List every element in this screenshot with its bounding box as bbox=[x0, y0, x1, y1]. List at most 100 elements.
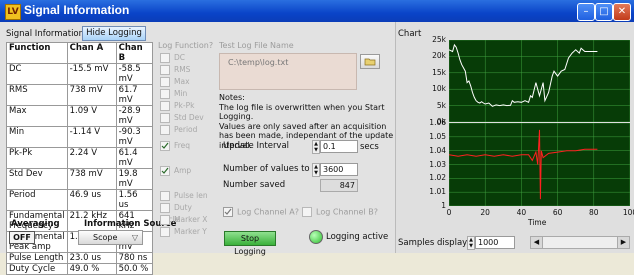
table-cell-function: RMS bbox=[6, 84, 68, 106]
log-channel-a-label: Log Channel A? bbox=[237, 207, 299, 217]
x-tick-label: 40 bbox=[516, 208, 527, 217]
log-function-label: Pk-Pk bbox=[174, 101, 195, 110]
table-cell-chan-b: -58.5 mV bbox=[115, 63, 154, 85]
log-channel-b-checkbox[interactable]: Log Channel B? bbox=[302, 207, 378, 217]
y-tick-label: 25k bbox=[432, 35, 446, 44]
browse-folder-button[interactable] bbox=[360, 54, 380, 69]
log-function-label: Amp bbox=[174, 166, 192, 175]
title-bar: LV Signal Information – □ ✕ bbox=[0, 0, 634, 22]
log-function-item[interactable]: Marker X bbox=[160, 214, 212, 226]
table-cell-chan-a: 738 mV bbox=[66, 168, 117, 190]
y-tick-label: 5k bbox=[436, 100, 446, 110]
x-tick-label: 80 bbox=[589, 208, 599, 217]
logging-status-text: Logging active bbox=[326, 232, 389, 242]
x-tick-label: 100 bbox=[622, 208, 634, 217]
log-channel-a-checkbox[interactable]: Log Channel A? bbox=[223, 207, 299, 217]
table-cell-chan-a: 1.09 V bbox=[66, 105, 117, 127]
y-tick-label: 1.01 bbox=[429, 187, 446, 197]
scroll-left-icon[interactable]: ◀ bbox=[531, 237, 543, 248]
info-source-select[interactable]: Scope ▽ bbox=[78, 230, 143, 245]
samples-input[interactable]: 1000 bbox=[475, 236, 515, 249]
log-function-label: DC bbox=[174, 53, 186, 62]
log-function-item[interactable]: Freq bbox=[160, 140, 212, 152]
update-interval-spinner[interactable]: ▲ ▼ bbox=[312, 140, 320, 154]
log-file-path: C:\temp\log.txt bbox=[228, 58, 289, 67]
table-cell-chan-b: 50.0 % bbox=[115, 263, 154, 275]
table-cell-chan-b: 1.56 us bbox=[115, 189, 154, 211]
maximize-button[interactable]: □ bbox=[595, 3, 613, 21]
signal-info-heading: Signal Information bbox=[6, 29, 85, 39]
app-icon: LV bbox=[5, 4, 21, 20]
table-row: Pk-Pk 2.24 V 61.4 mV bbox=[6, 147, 154, 169]
close-button[interactable]: ✕ bbox=[613, 3, 631, 21]
y-tick-label: 1.02 bbox=[429, 173, 446, 183]
averaging-label: Averaging bbox=[11, 219, 60, 229]
table-cell-chan-a: 738 mV bbox=[66, 84, 117, 106]
num-values-spinner[interactable]: ▲ ▼ bbox=[312, 163, 320, 177]
window-title: Signal Information bbox=[24, 3, 130, 17]
table-cell-chan-a: 46.9 us bbox=[66, 189, 117, 211]
log-function-label: Std Dev bbox=[174, 113, 204, 122]
saved-value: 847 bbox=[320, 179, 358, 192]
log-function-label: Pulse len bbox=[174, 191, 208, 200]
num-values-input[interactable]: 3600 bbox=[320, 163, 358, 176]
table-row: Min -1.14 V -90.3 mV bbox=[6, 126, 154, 148]
scroll-right-icon[interactable]: ▶ bbox=[617, 237, 629, 248]
log-function-heading: Log Function? bbox=[158, 41, 214, 50]
x-tick-label: 0 bbox=[446, 208, 452, 217]
table-cell-function: Max bbox=[6, 105, 68, 127]
log-function-item[interactable]: RMS bbox=[160, 64, 212, 76]
y-tick-label: 1.03 bbox=[429, 159, 446, 169]
log-function-label: Freq bbox=[174, 141, 191, 150]
averaging-toggle[interactable]: OFF bbox=[9, 231, 35, 244]
table-row: Std Dev 738 mV 19.8 mV bbox=[6, 168, 154, 190]
table-row: Period 46.9 us 1.56 us bbox=[6, 189, 154, 211]
chart-scrollbar[interactable]: ◀ ▶ bbox=[530, 236, 630, 249]
log-function-label: Marker X bbox=[174, 215, 208, 224]
table-cell-chan-a: 2.24 V bbox=[66, 147, 117, 169]
table-row: DC -15.5 mV -58.5 mV bbox=[6, 63, 154, 85]
log-function-item[interactable]: Std Dev bbox=[160, 112, 212, 124]
checkbox-unchecked-icon bbox=[160, 101, 170, 111]
y-tick-label: 1.05 bbox=[429, 131, 446, 141]
log-function-item[interactable]: Min bbox=[160, 88, 212, 100]
table-cell-function: Pulse Length bbox=[6, 252, 68, 264]
log-function-item[interactable]: Amp bbox=[160, 165, 212, 177]
hide-logging-button[interactable]: Hide Logging bbox=[82, 26, 146, 41]
log-function-item[interactable]: Pk-Pk bbox=[160, 100, 212, 112]
log-function-item[interactable]: Pulse len bbox=[160, 190, 212, 202]
update-interval-label: Update Interval bbox=[223, 141, 290, 151]
log-function-item[interactable]: Period bbox=[160, 124, 212, 136]
checkbox-unchecked-icon bbox=[160, 227, 170, 237]
log-function-item[interactable]: Duty cycle bbox=[160, 202, 212, 224]
table-cell-function: Min bbox=[6, 126, 68, 148]
checkbox-unchecked-icon bbox=[160, 113, 170, 123]
checkbox-checked-icon bbox=[223, 207, 233, 217]
checkbox-unchecked-icon bbox=[160, 125, 170, 135]
table-cell-chan-b: -90.3 mV bbox=[115, 126, 154, 148]
log-file-field[interactable]: C:\temp\log.txt bbox=[219, 53, 357, 90]
table-cell-chan-a: -15.5 mV bbox=[66, 63, 117, 85]
log-function-label: Marker Y bbox=[174, 227, 207, 236]
table-cell-chan-b: -28.9 mV bbox=[115, 105, 154, 127]
column-header: Function bbox=[6, 42, 68, 64]
checkbox-checked-icon bbox=[160, 141, 170, 151]
series-line bbox=[449, 43, 598, 107]
checkbox-unchecked-icon bbox=[160, 203, 170, 213]
stop-logging-button[interactable]: Stop Logging bbox=[224, 231, 276, 256]
table-row: Max 1.09 V -28.9 mV bbox=[6, 105, 154, 127]
log-function-item[interactable]: DC bbox=[160, 52, 212, 64]
log-function-item[interactable]: Max bbox=[160, 76, 212, 88]
y-tick-label: 20k bbox=[432, 51, 446, 61]
update-interval-input[interactable]: 0.1 bbox=[320, 140, 358, 153]
checkbox-unchecked-icon bbox=[160, 65, 170, 75]
log-function-item[interactable]: Marker Y bbox=[160, 226, 212, 238]
x-tick-label: 20 bbox=[480, 208, 490, 217]
checkbox-unchecked-icon bbox=[160, 191, 170, 201]
table-cell-chan-b: 61.4 mV bbox=[115, 147, 154, 169]
minimize-button[interactable]: – bbox=[577, 3, 595, 21]
log-function-label: Max bbox=[174, 77, 190, 86]
samples-spinner[interactable]: ▲ ▼ bbox=[467, 236, 475, 250]
y-tick-label: 10k bbox=[432, 84, 446, 94]
table-row: Pulse Length 23.0 us 780 ns bbox=[6, 252, 154, 264]
